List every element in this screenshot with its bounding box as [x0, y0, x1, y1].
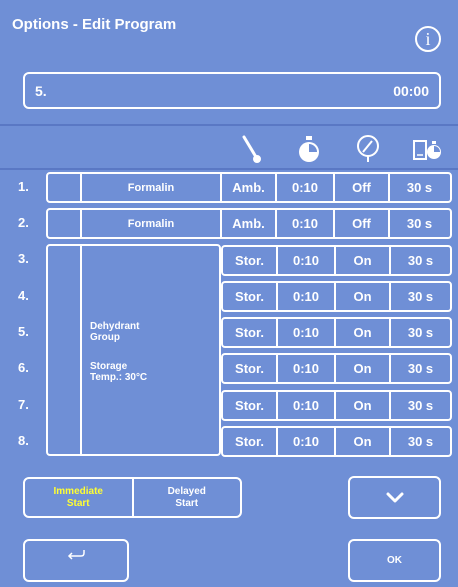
program-name: 5.: [35, 82, 47, 99]
temperature-cell[interactable]: Amb.: [222, 210, 277, 237]
drip-cell[interactable]: 30 s: [390, 174, 449, 201]
time-cell[interactable]: 0:10: [278, 355, 336, 382]
row-number: 5.: [18, 324, 29, 339]
pressure-vacuum-cell[interactable]: On: [336, 247, 391, 274]
scroll-down-button[interactable]: [348, 476, 441, 519]
storage-label-line: Storage: [90, 361, 128, 372]
time-cell[interactable]: 0:10: [278, 319, 336, 346]
time-cell[interactable]: 0:10: [277, 210, 335, 237]
time-cell[interactable]: 0:10: [277, 174, 335, 201]
drip-cell[interactable]: 30 s: [391, 283, 450, 310]
program-step-row[interactable]: Stor. 0:10 On 30 s: [221, 245, 452, 276]
temperature-cell[interactable]: Stor.: [223, 319, 278, 346]
pressure-vacuum-cell[interactable]: On: [336, 319, 391, 346]
immediate-start-label: Immediate: [53, 485, 103, 497]
delayed-start-button[interactable]: Delayed Start: [134, 479, 241, 516]
reagent-cell[interactable]: Formalin: [82, 174, 222, 201]
storage-label-line: Temp.: 30°C: [90, 372, 148, 383]
row-number: 3.: [18, 251, 29, 266]
immediate-start-label: Start: [66, 497, 90, 509]
reagent-cell[interactable]: Formalin: [82, 210, 222, 237]
program-step-row[interactable]: Stor. 0:10 On 30 s: [221, 353, 452, 384]
temperature-cell[interactable]: Stor.: [223, 247, 278, 274]
pressure-vacuum-cell[interactable]: On: [336, 428, 391, 455]
group-label: Dehydrant Group: [90, 321, 139, 343]
row-number: 7.: [18, 397, 29, 412]
pressure-vacuum-cell[interactable]: Off: [335, 174, 390, 201]
return-icon: [67, 549, 85, 560]
dehydrant-group-box[interactable]: Dehydrant Group Storage Temp.: 30°C: [46, 244, 221, 456]
info-icon[interactable]: i: [415, 26, 441, 52]
gauge-icon: [353, 132, 383, 166]
program-name-box[interactable]: 5. 00:00: [23, 72, 441, 109]
stopwatch-icon: [294, 132, 324, 166]
storage-temp-label: Storage Temp.: 30°C: [90, 361, 147, 383]
time-cell[interactable]: 0:10: [278, 392, 336, 419]
program-duration: 00:00: [393, 82, 429, 99]
drip-cell[interactable]: 30 s: [390, 210, 449, 237]
temperature-cell[interactable]: Stor.: [223, 428, 278, 455]
drip-cell[interactable]: 30 s: [391, 247, 450, 274]
ok-button[interactable]: OK: [348, 539, 441, 582]
page-title: Options - Edit Program: [12, 16, 177, 33]
step-select-cell[interactable]: [48, 210, 82, 237]
immediate-start-button[interactable]: Immediate Start: [25, 479, 134, 516]
program-step-row[interactable]: Stor. 0:10 On 30 s: [221, 281, 452, 312]
delayed-start-label: Delayed: [167, 485, 206, 497]
program-step-row[interactable]: Stor. 0:10 On 30 s: [221, 426, 452, 457]
program-step-row[interactable]: Formalin Amb. 0:10 Off 30 s: [46, 208, 452, 239]
drip-cell[interactable]: 30 s: [391, 355, 450, 382]
time-cell[interactable]: 0:10: [278, 283, 336, 310]
start-mode-toggle[interactable]: Immediate Start Delayed Start: [23, 477, 242, 518]
pressure-vacuum-cell[interactable]: On: [336, 392, 391, 419]
program-step-row[interactable]: Stor. 0:10 On 30 s: [221, 390, 452, 421]
delayed-start-label: Start: [175, 497, 199, 509]
row-number: 8.: [18, 433, 29, 448]
drip-timer-icon: [412, 132, 442, 166]
divider: [0, 124, 458, 126]
group-label-line: Dehydrant: [90, 321, 140, 332]
thermometer-icon: [237, 132, 267, 166]
program-step-row[interactable]: Stor. 0:10 On 30 s: [221, 317, 452, 348]
pressure-vacuum-cell[interactable]: On: [336, 355, 391, 382]
row-number: 4.: [18, 288, 29, 303]
drip-cell[interactable]: 30 s: [391, 319, 450, 346]
time-cell[interactable]: 0:10: [278, 428, 336, 455]
divider: [80, 246, 82, 454]
time-cell[interactable]: 0:10: [278, 247, 336, 274]
pressure-vacuum-cell[interactable]: On: [336, 283, 391, 310]
drip-cell[interactable]: 30 s: [391, 428, 450, 455]
temperature-cell[interactable]: Stor.: [223, 283, 278, 310]
temperature-cell[interactable]: Amb.: [222, 174, 277, 201]
chevron-down-icon: [386, 492, 403, 502]
step-select-cell[interactable]: [48, 174, 82, 201]
temperature-cell[interactable]: Stor.: [223, 355, 278, 382]
program-step-row[interactable]: Formalin Amb. 0:10 Off 30 s: [46, 172, 452, 203]
divider: [0, 168, 458, 170]
pressure-vacuum-cell[interactable]: Off: [335, 210, 390, 237]
group-label-line: Group: [90, 332, 120, 343]
back-button[interactable]: [23, 539, 129, 582]
row-number: 2.: [18, 215, 29, 230]
row-number: 1.: [18, 179, 29, 194]
row-number: 6.: [18, 360, 29, 375]
temperature-cell[interactable]: Stor.: [223, 392, 278, 419]
drip-cell[interactable]: 30 s: [391, 392, 450, 419]
